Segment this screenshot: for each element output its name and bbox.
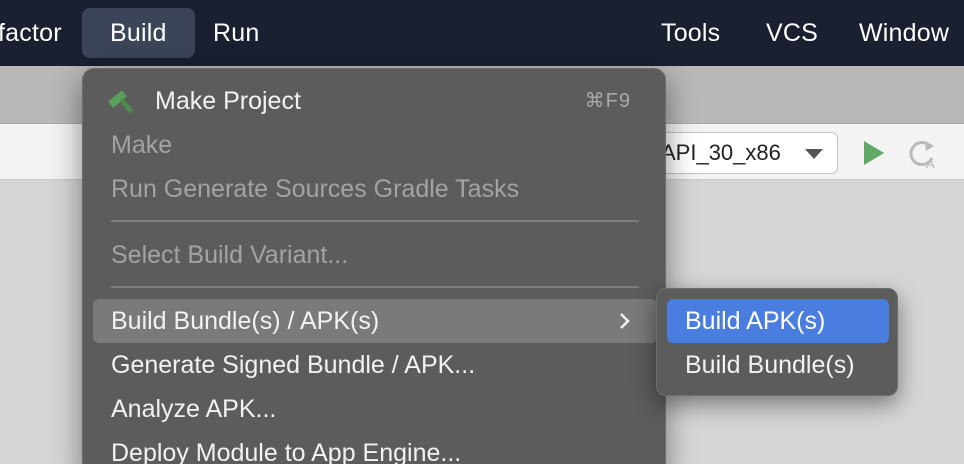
menu-bar: factor Build Run Tools VCS Window: [0, 0, 964, 66]
menu-item-build-bundles-apks[interactable]: Build Bundle(s) / APK(s): [93, 299, 657, 343]
build-bundles-submenu: Build APK(s) Build Bundle(s): [656, 288, 898, 396]
menu-item-label: Make Project: [155, 87, 301, 115]
menu-window[interactable]: Window: [859, 8, 949, 58]
menu-item-label: Build Bundle(s) / APK(s): [111, 307, 380, 335]
menu-item-build-apks[interactable]: Build APK(s): [667, 299, 889, 343]
menu-item-generate-signed-bundle[interactable]: Generate Signed Bundle / APK...: [93, 343, 657, 387]
menu-build[interactable]: Build: [82, 8, 195, 58]
menu-item-label: Deploy Module to App Engine...: [111, 439, 462, 464]
menu-item-deploy-app-engine[interactable]: Deploy Module to App Engine...: [93, 431, 657, 464]
menu-item-label: Build Bundle(s): [685, 351, 855, 379]
menu-item-select-build-variant: Select Build Variant...: [93, 233, 657, 277]
menu-item-label: Select Build Variant...: [111, 241, 349, 269]
build-menu-dropdown: Make Project ⌘F9 Make Run Generate Sourc…: [82, 68, 666, 464]
menu-item-make: Make: [93, 123, 657, 167]
rerun-icon[interactable]: A: [908, 138, 940, 170]
menu-separator: [111, 286, 639, 288]
menu-item-label: Analyze APK...: [111, 395, 277, 423]
menu-run[interactable]: Run: [213, 8, 259, 58]
menu-item-build-bundles[interactable]: Build Bundle(s): [667, 343, 889, 387]
menu-separator: [111, 220, 639, 222]
menu-item-label: Build APK(s): [685, 307, 826, 335]
hammer-icon: [108, 90, 134, 114]
device-selector-label: API_30_x86: [661, 140, 781, 165]
dropdown-arrow-icon: [805, 149, 823, 159]
menu-tools[interactable]: Tools: [661, 8, 720, 58]
menu-refactor[interactable]: factor: [0, 8, 62, 58]
menu-item-analyze-apk[interactable]: Analyze APK...: [93, 387, 657, 431]
menu-item-label: Generate Signed Bundle / APK...: [111, 351, 476, 379]
device-selector[interactable]: API_30_x86: [640, 132, 838, 174]
menu-item-label: Make: [111, 131, 173, 159]
svg-text:A: A: [926, 156, 935, 170]
menu-item-label: Run Generate Sources Gradle Tasks: [111, 175, 520, 203]
shortcut-label: ⌘F9: [584, 90, 631, 112]
menu-vcs[interactable]: VCS: [766, 8, 818, 58]
menu-item-run-generate-sources: Run Generate Sources Gradle Tasks: [93, 167, 657, 211]
play-icon[interactable]: [862, 140, 886, 166]
menu-item-make-project[interactable]: Make Project ⌘F9: [93, 79, 657, 123]
chevron-right-icon: [620, 313, 630, 329]
